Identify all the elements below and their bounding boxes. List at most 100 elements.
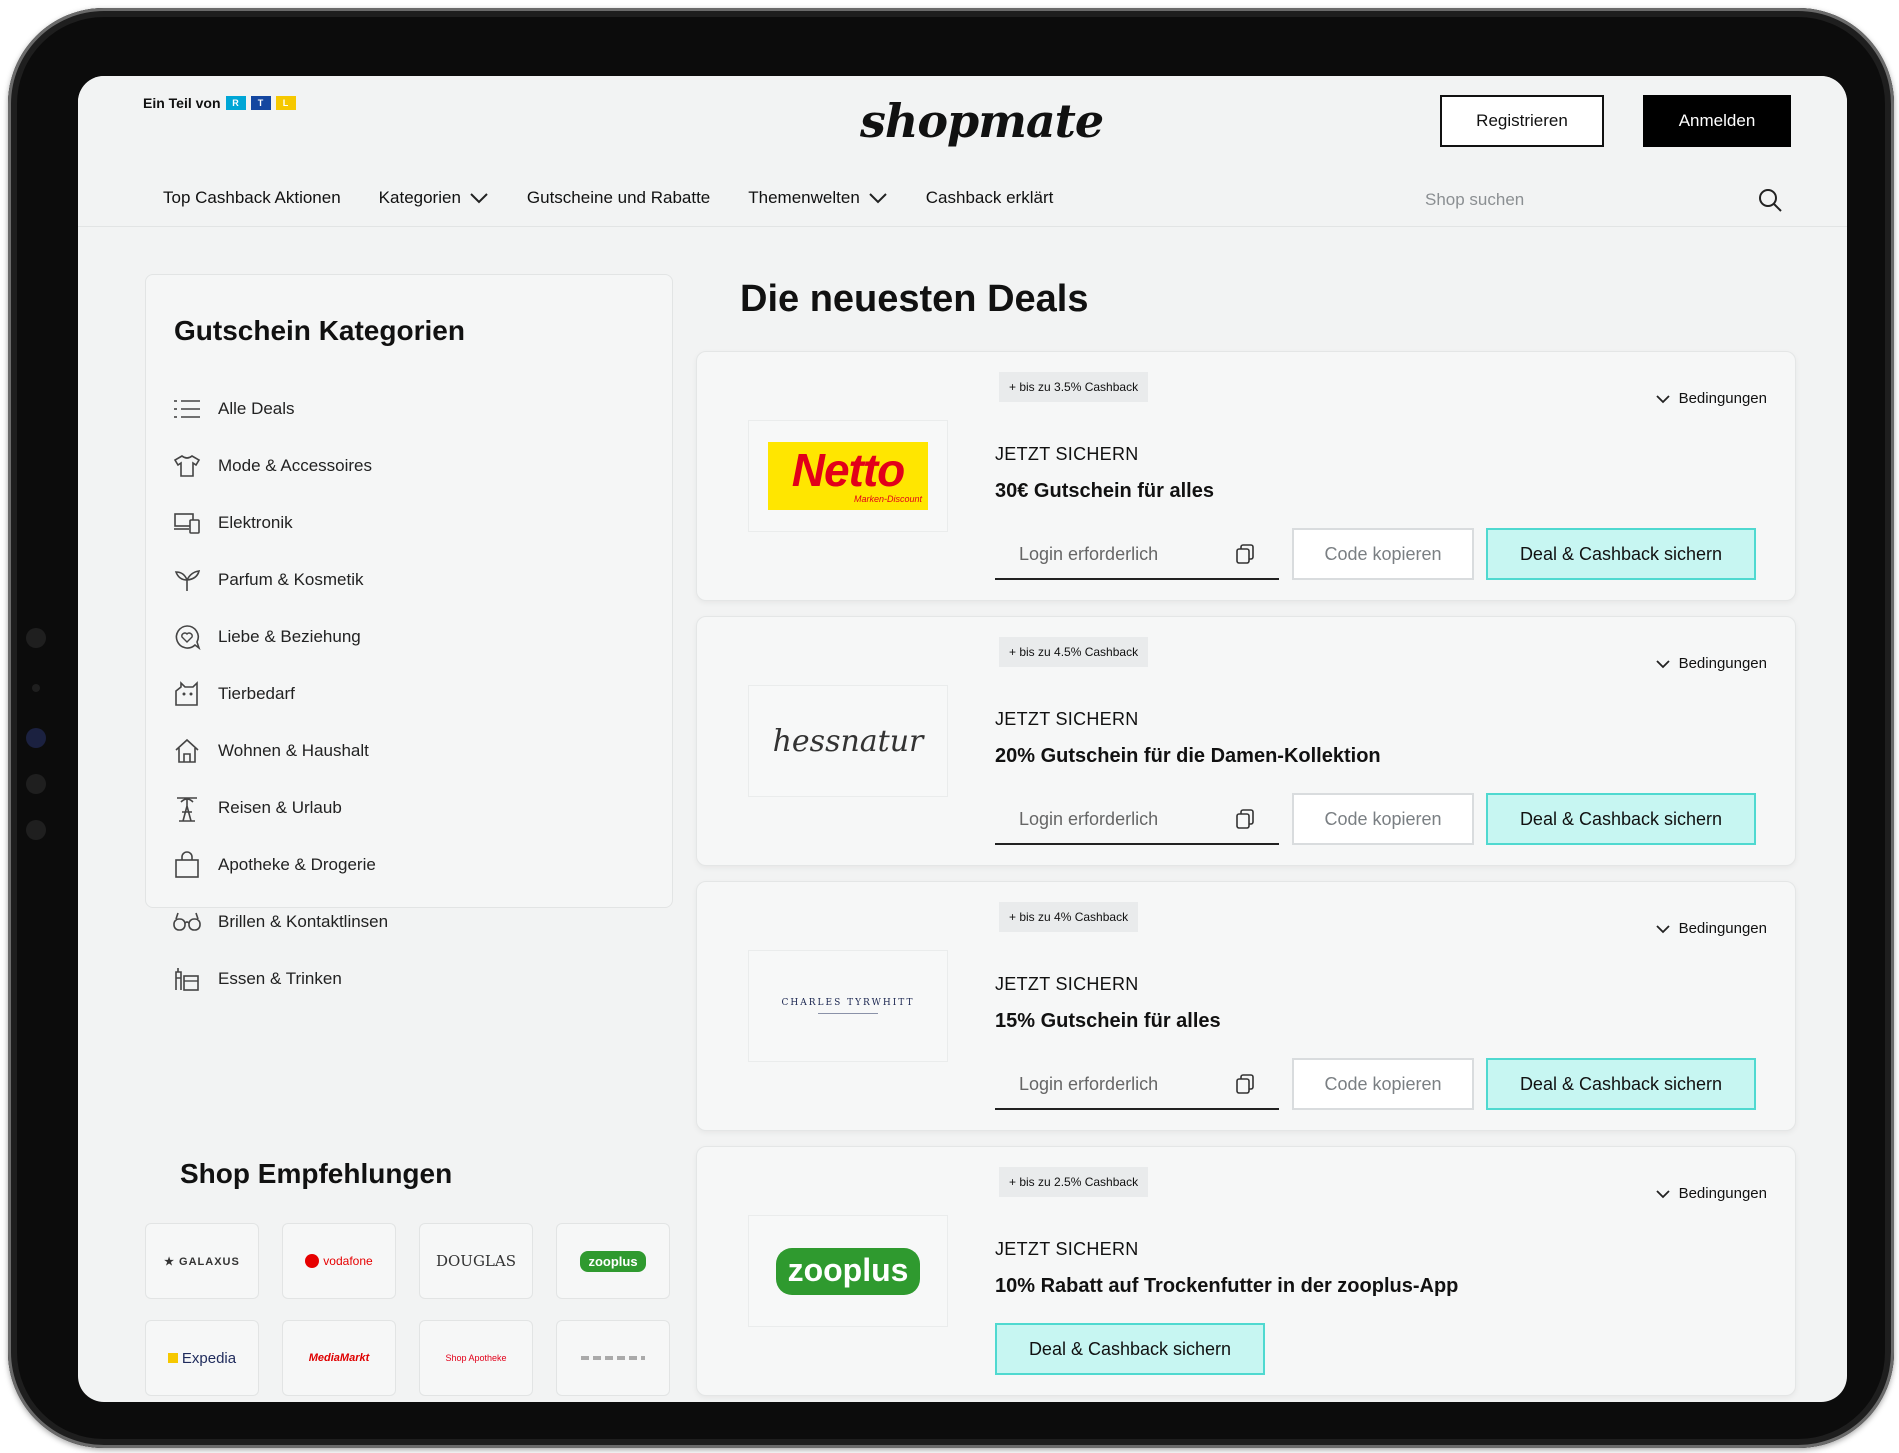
- deal-eyebrow: JETZT SICHERN: [995, 444, 1139, 464]
- coupon-code-field[interactable]: Login erforderlich: [995, 1060, 1279, 1110]
- conditions-label: Bedingungen: [1678, 390, 1767, 407]
- register-button[interactable]: Registrieren: [1440, 95, 1604, 147]
- conditions-toggle[interactable]: Bedingungen: [1655, 390, 1767, 407]
- category-item-wohnen[interactable]: Wohnen & Haushalt: [172, 722, 388, 779]
- shop-recommendations-title: Shop Empfehlungen: [180, 1158, 453, 1189]
- bag-icon: [172, 850, 202, 879]
- camera-lens: [26, 728, 46, 748]
- nav-label: Top Cashback Aktionen: [163, 188, 341, 207]
- category-item-alle-deals[interactable]: Alle Deals: [172, 380, 388, 437]
- shop-tile-unknown[interactable]: [556, 1320, 670, 1396]
- shop-search: [1423, 182, 1783, 218]
- category-item-essen[interactable]: Essen & Trinken: [172, 950, 388, 1007]
- camera-dot: [26, 628, 46, 648]
- rtl-logo-t: T: [250, 96, 271, 110]
- palm-icon: [172, 794, 202, 822]
- shop-tile-mediamarkt[interactable]: MediaMarkt: [282, 1320, 396, 1396]
- category-item-tierbedarf[interactable]: Tierbedarf: [172, 665, 388, 722]
- deal-title: 15% Gutschein für alles: [995, 1010, 1221, 1032]
- camera-dot: [26, 774, 46, 794]
- login-button[interactable]: Anmelden: [1643, 95, 1791, 147]
- cashback-badge: + bis zu 3.5% Cashback: [999, 372, 1149, 402]
- shop-tile-expedia[interactable]: Expedia: [145, 1320, 259, 1396]
- coupon-code-field[interactable]: Login erforderlich: [995, 795, 1279, 845]
- nav-cashback-erklaert[interactable]: Cashback erklärt: [926, 188, 1054, 208]
- deal-cashback-button[interactable]: Deal & Cashback sichern: [995, 1323, 1265, 1375]
- main-nav: Top Cashback Aktionen Kategorien Gutsche…: [163, 188, 1053, 208]
- search-icon[interactable]: [1757, 187, 1783, 213]
- category-list: Alle Deals Mode & Accessoires Elektronik…: [172, 380, 388, 1007]
- category-label: Reisen & Urlaub: [218, 797, 342, 817]
- devices-icon: [172, 509, 202, 537]
- copy-code-button[interactable]: Code kopieren: [1292, 528, 1474, 580]
- chevron-down-icon: [1655, 659, 1670, 668]
- conditions-toggle[interactable]: Bedingungen: [1655, 920, 1767, 937]
- shop-tile-shop-apotheke[interactable]: Shop Apotheke: [419, 1320, 533, 1396]
- category-label: Mode & Accessoires: [218, 455, 373, 475]
- list-icon: [172, 395, 202, 423]
- category-item-elektronik[interactable]: Elektronik: [172, 494, 388, 551]
- category-item-liebe[interactable]: Liebe & Beziehung: [172, 608, 388, 665]
- search-input[interactable]: [1423, 189, 1707, 211]
- shop-tile-label: vodafone: [323, 1254, 373, 1268]
- login-required-text: Login erforderlich: [1019, 808, 1159, 829]
- home-icon: [172, 737, 202, 765]
- shop-logo-hessnatur[interactable]: hessnatur: [748, 685, 948, 797]
- nav-label: Kategorien: [378, 188, 461, 207]
- food-icon: [172, 965, 202, 993]
- shop-tile-vodafone[interactable]: vodafone: [282, 1223, 396, 1299]
- nav-top-cashback[interactable]: Top Cashback Aktionen: [163, 188, 341, 208]
- copy-icon[interactable]: [1235, 1073, 1255, 1095]
- shop-logo-zooplus[interactable]: zooplus: [748, 1215, 948, 1327]
- chevron-down-icon: [1655, 394, 1670, 403]
- conditions-toggle[interactable]: Bedingungen: [1655, 1185, 1767, 1202]
- category-item-parfum[interactable]: Parfum & Kosmetik: [172, 551, 388, 608]
- category-label: Tierbedarf: [218, 683, 295, 703]
- copy-code-button[interactable]: Code kopieren: [1292, 1058, 1474, 1110]
- zooplus-logo-text: zooplus: [775, 1247, 921, 1295]
- deal-eyebrow: JETZT SICHERN: [995, 709, 1139, 729]
- category-item-brillen[interactable]: Brillen & Kontaktlinsen: [172, 893, 388, 950]
- coupon-code-field[interactable]: Login erforderlich: [995, 530, 1279, 580]
- category-item-apotheke[interactable]: Apotheke & Drogerie: [172, 836, 388, 893]
- deal-title: 10% Rabatt auf Trockenfutter in der zoop…: [995, 1275, 1459, 1297]
- deal-cashback-button[interactable]: Deal & Cashback sichern: [1486, 1058, 1756, 1110]
- category-item-mode[interactable]: Mode & Accessoires: [172, 437, 388, 494]
- screen: Ein Teil von R T L shopmate Registrieren…: [78, 76, 1847, 1402]
- shirt-icon: [172, 452, 202, 480]
- nav-kategorien[interactable]: Kategorien: [379, 188, 489, 208]
- logo-underline: [818, 1013, 878, 1014]
- copy-icon[interactable]: [1235, 543, 1255, 565]
- shop-tile-galaxus[interactable]: ★ GALAXUS: [145, 1223, 259, 1299]
- vodafone-logo-icon: [305, 1254, 320, 1268]
- shop-tile-zooplus[interactable]: zooplus: [556, 1223, 670, 1299]
- category-label: Apotheke & Drogerie: [218, 854, 376, 874]
- category-label: Parfum & Kosmetik: [218, 569, 364, 589]
- deal-cashback-button[interactable]: Deal & Cashback sichern: [1486, 793, 1756, 845]
- cashback-badge: + bis zu 4.5% Cashback: [999, 637, 1149, 667]
- copy-code-button[interactable]: Code kopieren: [1292, 793, 1474, 845]
- conditions-label: Bedingungen: [1678, 1185, 1767, 1202]
- deal-cashback-button[interactable]: Deal & Cashback sichern: [1486, 528, 1756, 580]
- nav-themenwelten[interactable]: Themenwelten: [748, 188, 888, 208]
- category-item-reisen[interactable]: Reisen & Urlaub: [172, 779, 388, 836]
- copy-icon[interactable]: [1235, 808, 1255, 830]
- netto-logo-text: Netto: [791, 444, 906, 496]
- shopmate-logo[interactable]: shopmate: [860, 94, 1104, 148]
- shop-logo-netto[interactable]: Netto Marken-Discount: [748, 420, 948, 532]
- category-title: Gutschein Kategorien: [174, 315, 465, 346]
- deals-title: Die neuesten Deals: [740, 278, 1089, 320]
- ein-teil-von-text: Ein Teil von: [143, 95, 221, 111]
- conditions-toggle[interactable]: Bedingungen: [1655, 655, 1767, 672]
- nav-gutscheine[interactable]: Gutscheine und Rabatte: [527, 188, 710, 208]
- shop-tile-douglas[interactable]: DOUGLAS: [419, 1223, 533, 1299]
- deal-eyebrow: JETZT SICHERN: [995, 1239, 1139, 1259]
- conditions-label: Bedingungen: [1678, 655, 1767, 672]
- category-panel: Gutschein Kategorien Alle Deals Mode & A…: [145, 274, 673, 991]
- deal-card: hessnatur + bis zu 4.5% Cashback Bedingu…: [696, 616, 1796, 866]
- chevron-down-icon: [869, 193, 887, 204]
- expedia-logo-icon: [167, 1353, 178, 1363]
- shop-logo-charles-tyrwhitt[interactable]: CHARLES TYRWHITT: [748, 950, 948, 1062]
- shop-tile-label: Expedia: [181, 1349, 237, 1367]
- sprout-icon: [172, 566, 202, 594]
